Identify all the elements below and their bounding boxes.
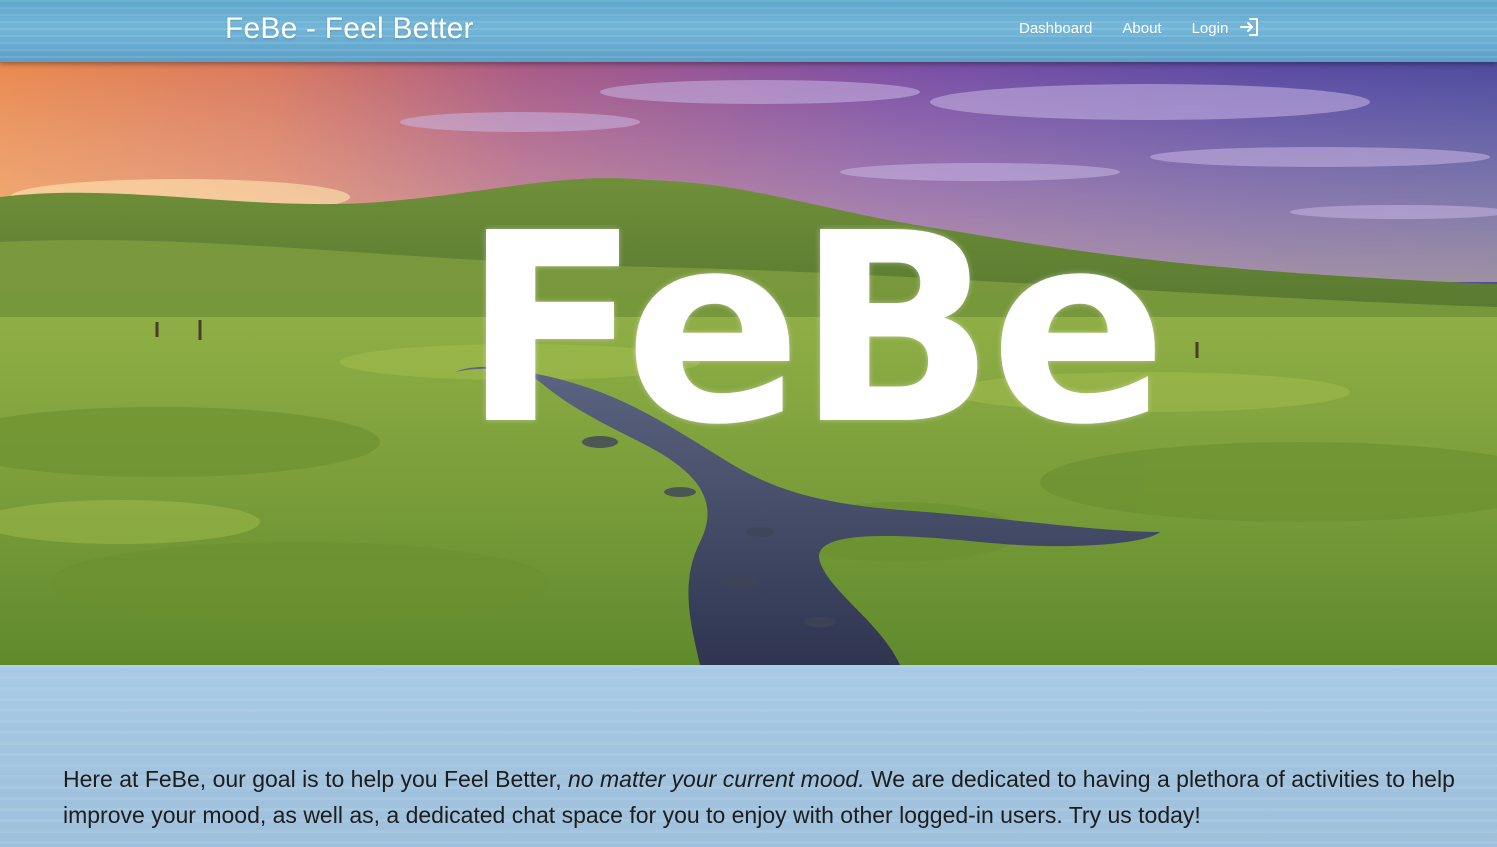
hero-banner: FeBe xyxy=(0,62,1497,665)
intro-text-part1: Here at FeBe, our goal is to help you Fe… xyxy=(63,766,569,792)
login-arrow-icon[interactable] xyxy=(1238,16,1260,38)
nav-link-login[interactable]: Login xyxy=(1192,17,1229,41)
brand-title[interactable]: FeBe - Feel Better xyxy=(225,12,474,46)
hero-logo-text: FeBe xyxy=(462,177,1167,482)
intro-emphasis: no matter your current mood. xyxy=(568,766,865,792)
nav-link-about[interactable]: About xyxy=(1122,17,1161,41)
intro-paragraph: Here at FeBe, our goal is to help you Fe… xyxy=(63,761,1463,833)
navbar: FeBe - Feel Better Dashboard About Login xyxy=(0,0,1497,62)
nav-link-dashboard[interactable]: Dashboard xyxy=(1019,17,1092,41)
intro-section: Here at FeBe, our goal is to help you Fe… xyxy=(0,665,1497,847)
nav-links: Dashboard About Login xyxy=(1019,17,1260,41)
